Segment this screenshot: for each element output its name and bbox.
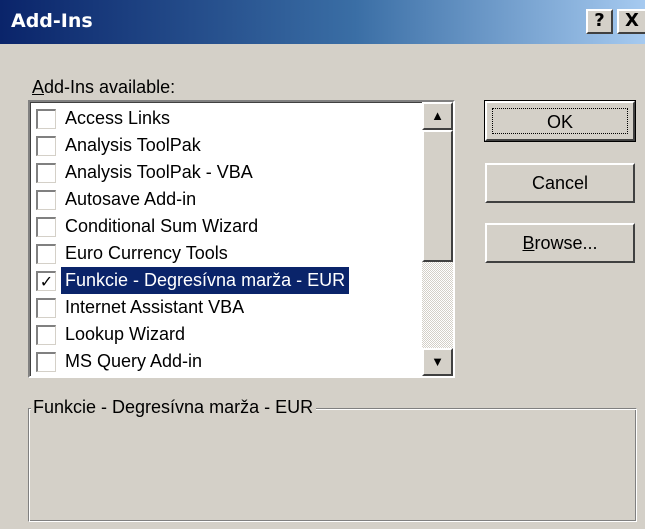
- list-item[interactable]: Access Links: [33, 105, 418, 132]
- add-ins-listbox[interactable]: Access Links Analysis ToolPak Analysis T…: [28, 100, 455, 378]
- list-item-label: Euro Currency Tools: [65, 243, 228, 263]
- cancel-button[interactable]: Cancel: [485, 163, 635, 203]
- browse-label: rowse...: [534, 233, 598, 253]
- add-ins-available-label: Add-Ins available:: [32, 77, 175, 98]
- list-item-label: MS Query Add-in: [65, 351, 203, 371]
- label-mnemonic: A: [32, 77, 45, 97]
- list-item[interactable]: Autosave Add-in: [33, 186, 418, 213]
- checkbox[interactable]: [36, 109, 56, 129]
- description-group-title: Funkcie - Degresívna marža - EUR: [31, 396, 317, 418]
- checkbox[interactable]: [36, 136, 56, 156]
- add-ins-list: Access Links Analysis ToolPak Analysis T…: [33, 105, 418, 375]
- scroll-down-arrow-icon[interactable]: ▼: [422, 348, 453, 376]
- list-item-label: Analysis ToolPak - VBA: [65, 162, 253, 182]
- title-bar[interactable]: Add-Ins ? X: [0, 0, 645, 44]
- add-ins-dialog: Add-Ins ? X Add-Ins available: Access Li…: [0, 0, 645, 529]
- window-title: Add-Ins: [11, 10, 93, 32]
- list-item-label: Internet Assistant VBA: [65, 297, 245, 317]
- checkbox[interactable]: [36, 298, 56, 318]
- checkbox[interactable]: [36, 244, 56, 264]
- list-item-label: Access Links: [65, 108, 171, 128]
- checkbox-checked[interactable]: ✓: [36, 271, 56, 291]
- list-item-label: Conditional Sum Wizard: [65, 216, 259, 236]
- checkbox[interactable]: [36, 190, 56, 210]
- description-groupbox: [28, 408, 637, 522]
- list-item[interactable]: Lookup Wizard: [33, 321, 418, 348]
- list-item-label: Lookup Wizard: [65, 324, 186, 344]
- help-button[interactable]: ?: [586, 9, 613, 34]
- close-button[interactable]: X: [617, 9, 645, 34]
- checkbox[interactable]: [36, 352, 56, 372]
- list-item[interactable]: Conditional Sum Wizard: [33, 213, 418, 240]
- scroll-up-arrow-icon[interactable]: ▲: [422, 102, 453, 130]
- browse-mnemonic: B: [522, 233, 535, 253]
- scrollbar-thumb[interactable]: [422, 130, 453, 262]
- list-item[interactable]: Internet Assistant VBA: [33, 294, 418, 321]
- checkbox[interactable]: [36, 163, 56, 183]
- list-item[interactable]: Analysis ToolPak: [33, 132, 418, 159]
- label-text: dd-Ins available:: [44, 77, 176, 97]
- ok-button[interactable]: OK: [484, 100, 636, 142]
- browse-button[interactable]: Browse...: [485, 223, 635, 263]
- checkbox[interactable]: [36, 217, 56, 237]
- list-item-label: Analysis ToolPak: [65, 135, 201, 155]
- list-item[interactable]: Euro Currency Tools: [33, 240, 418, 267]
- list-item[interactable]: Analysis ToolPak - VBA: [33, 159, 418, 186]
- list-item[interactable]: MS Query Add-in: [33, 348, 418, 375]
- list-item-label: Autosave Add-in: [65, 189, 197, 209]
- vertical-scrollbar[interactable]: ▲ ▼: [422, 102, 453, 376]
- checkbox[interactable]: [36, 325, 56, 345]
- list-item-label: Funkcie - Degresívna marža - EUR: [61, 267, 350, 294]
- ok-button-label: OK: [492, 108, 628, 134]
- list-item-selected[interactable]: ✓ Funkcie - Degresívna marža - EUR: [33, 267, 418, 294]
